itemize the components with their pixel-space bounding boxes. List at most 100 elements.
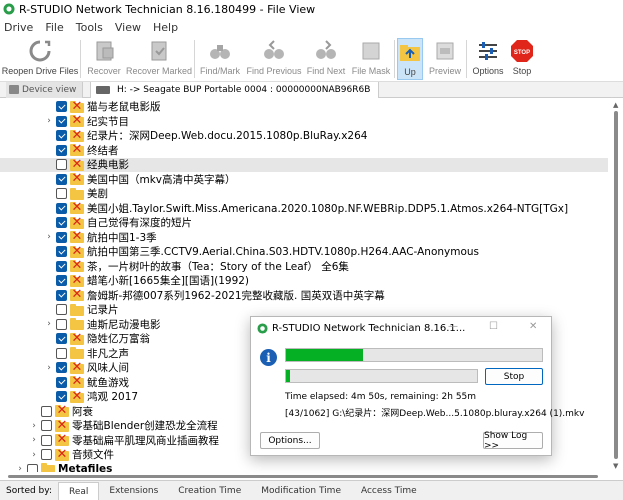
find-mark-button[interactable]: Find/Mark <box>198 38 242 80</box>
tree-checkbox[interactable] <box>56 391 67 402</box>
tree-row[interactable]: › Metafiles <box>0 462 608 472</box>
deleted-folder-icon: ✕ <box>70 330 84 346</box>
tree-row[interactable]: ✕ 美国小姐.Taylor.Swift.Miss.Americana.2020.1… <box>0 201 608 215</box>
preview-button[interactable]: Preview <box>427 38 463 80</box>
menu-help[interactable]: Help <box>153 21 178 34</box>
menu-tools[interactable]: Tools <box>76 21 103 34</box>
expand-chevron-icon[interactable]: › <box>30 419 38 433</box>
tree-checkbox[interactable] <box>56 289 67 301</box>
find-next-button[interactable]: Find Next <box>304 38 348 80</box>
tree-row[interactable]: ✕ 詹姆斯-邦德007系列1962-2021完整收藏版. 国英双语中英字幕 <box>0 288 608 302</box>
tab-file-view[interactable]: H: -> Seagate BUP Portable 0004 : 000000… <box>90 82 380 98</box>
tree-checkbox[interactable] <box>56 246 67 257</box>
scroll-down-icon[interactable]: ▼ <box>613 462 618 470</box>
show-log-button[interactable]: Show Log >> <box>483 431 543 451</box>
deleted-folder-icon: ✕ <box>70 258 84 273</box>
tree-checkbox[interactable] <box>27 463 38 472</box>
recover-button[interactable]: Recover <box>84 38 124 80</box>
tree-checkbox[interactable] <box>56 318 67 330</box>
tree-checkbox[interactable] <box>56 130 67 141</box>
menu-view[interactable]: View <box>115 21 141 34</box>
sort-tab-real[interactable]: Real <box>57 481 100 500</box>
deleted-folder-icon: ✕ <box>70 229 84 244</box>
tree-row[interactable]: › ✕ 纪实节目 <box>0 114 608 128</box>
expand-chevron-icon[interactable]: › <box>30 448 38 462</box>
tree-checkbox[interactable] <box>56 101 67 112</box>
expand-chevron-icon[interactable]: › <box>16 462 24 472</box>
tree-checkbox[interactable] <box>56 217 67 228</box>
stop-button[interactable]: STOP Stop <box>508 38 536 80</box>
tree-checkbox[interactable] <box>56 144 67 156</box>
deleted-folder-icon: ✕ <box>70 272 84 288</box>
tree-item-label: 隐姓亿万富翁 <box>87 333 150 345</box>
tree-checkbox[interactable] <box>56 275 67 286</box>
horizontal-scrollbar[interactable] <box>0 472 623 480</box>
tree-row[interactable]: › ✕ 航拍中国1-3季 <box>0 230 608 244</box>
tree-checkbox[interactable] <box>56 231 67 243</box>
tree-row[interactable]: 记录片 <box>0 303 608 317</box>
options-button[interactable]: Options <box>470 38 506 80</box>
sort-tab-creation-time[interactable]: Creation Time <box>168 482 251 500</box>
recover-marked-button[interactable]: Recover Marked <box>126 38 192 80</box>
tree-row[interactable]: ✕ 茶，一片树叶的故事（Tea：Story of the Leaf） 全6集 <box>0 259 608 273</box>
tree-checkbox[interactable] <box>56 115 67 127</box>
tree-checkbox[interactable] <box>56 347 67 359</box>
sort-tab-access-time[interactable]: Access Time <box>351 482 427 500</box>
tree-checkbox[interactable] <box>41 420 52 431</box>
drive-icon <box>96 86 110 94</box>
folder-icon <box>41 463 55 472</box>
tree-item-label: 航拍中国1-3季 <box>87 231 157 244</box>
tree-checkbox[interactable] <box>56 159 67 170</box>
sort-tab-extensions[interactable]: Extensions <box>99 482 168 500</box>
sort-tab-modification-time[interactable]: Modification Time <box>251 482 351 500</box>
tree-checkbox[interactable] <box>56 362 67 373</box>
file-mask-button[interactable]: File Mask <box>350 38 392 80</box>
tree-checkbox[interactable] <box>41 405 52 417</box>
tree-row[interactable]: ✕ 猫与老鼠电影版 <box>0 100 608 114</box>
tree-row[interactable]: ✕ 美国中国（mkv高清中英字幕） <box>0 172 608 186</box>
expand-chevron-icon[interactable]: › <box>45 361 53 375</box>
deleted-folder-icon: ✕ <box>70 113 84 128</box>
vertical-scrollbar[interactable]: ▲ ▼ <box>610 99 623 472</box>
tree-item-label: 记录片 <box>87 304 119 316</box>
menu-file[interactable]: File <box>45 21 63 34</box>
recover-marked-icon <box>151 41 167 61</box>
binoculars-icon <box>210 45 230 59</box>
tree-item-label: 航拍中国第三季.CCTV9.Aerial.China.S03.HDTV.1080… <box>87 246 480 258</box>
tree-row[interactable]: ✕ 终结者 <box>0 143 608 157</box>
tree-row[interactable]: ✕ 经典电影 <box>0 157 608 172</box>
tree-checkbox[interactable] <box>56 333 67 344</box>
tree-row[interactable]: ✕ 纪录片：深网Deep.Web.docu.2015.1080p.BluRay.x… <box>0 129 608 143</box>
stop-copy-button[interactable]: Stop <box>485 368 543 385</box>
scroll-up-icon[interactable]: ▲ <box>613 101 618 109</box>
tree-checkbox[interactable] <box>56 260 67 272</box>
close-icon[interactable]: ✕ <box>529 321 537 332</box>
tree-checkbox[interactable] <box>41 434 52 446</box>
minimize-icon[interactable]: — <box>448 321 458 332</box>
menu-drive[interactable]: Drive <box>4 21 33 34</box>
find-previous-button[interactable]: Find Previous <box>246 38 302 80</box>
maximize-icon[interactable]: ☐ <box>489 321 498 332</box>
tree-row[interactable]: ✕ 蜡笔小新[1665集全][国语](1992) <box>0 274 608 288</box>
up-button[interactable]: Up <box>397 38 423 80</box>
tree-row[interactable]: ✕ 航拍中国第三季.CCTV9.Aerial.China.S03.HDTV.108… <box>0 245 608 259</box>
scroll-thumb[interactable] <box>614 111 618 459</box>
options-dialog-button[interactable]: Options... <box>260 432 320 449</box>
expand-chevron-icon[interactable]: › <box>30 433 38 447</box>
tree-checkbox[interactable] <box>56 304 67 315</box>
reopen-drive-files-button[interactable]: Reopen Drive Files <box>2 38 78 80</box>
tree-row[interactable]: ✕ 自己觉得有深度的短片 <box>0 216 608 230</box>
tree-checkbox[interactable] <box>56 188 67 199</box>
tree-row[interactable]: 美剧 <box>0 187 608 201</box>
deleted-folder-icon: ✕ <box>70 99 84 114</box>
expand-chevron-icon[interactable]: › <box>45 114 53 128</box>
expand-chevron-icon[interactable]: › <box>45 317 53 331</box>
tree-checkbox[interactable] <box>41 449 52 460</box>
deleted-folder-icon: ✕ <box>70 171 84 186</box>
tree-checkbox[interactable] <box>56 173 67 185</box>
scroll-thumb[interactable] <box>8 475 598 478</box>
expand-chevron-icon[interactable]: › <box>45 230 53 244</box>
tab-device-view[interactable]: Device view <box>6 82 84 98</box>
tree-checkbox[interactable] <box>56 202 67 214</box>
tree-checkbox[interactable] <box>56 376 67 388</box>
